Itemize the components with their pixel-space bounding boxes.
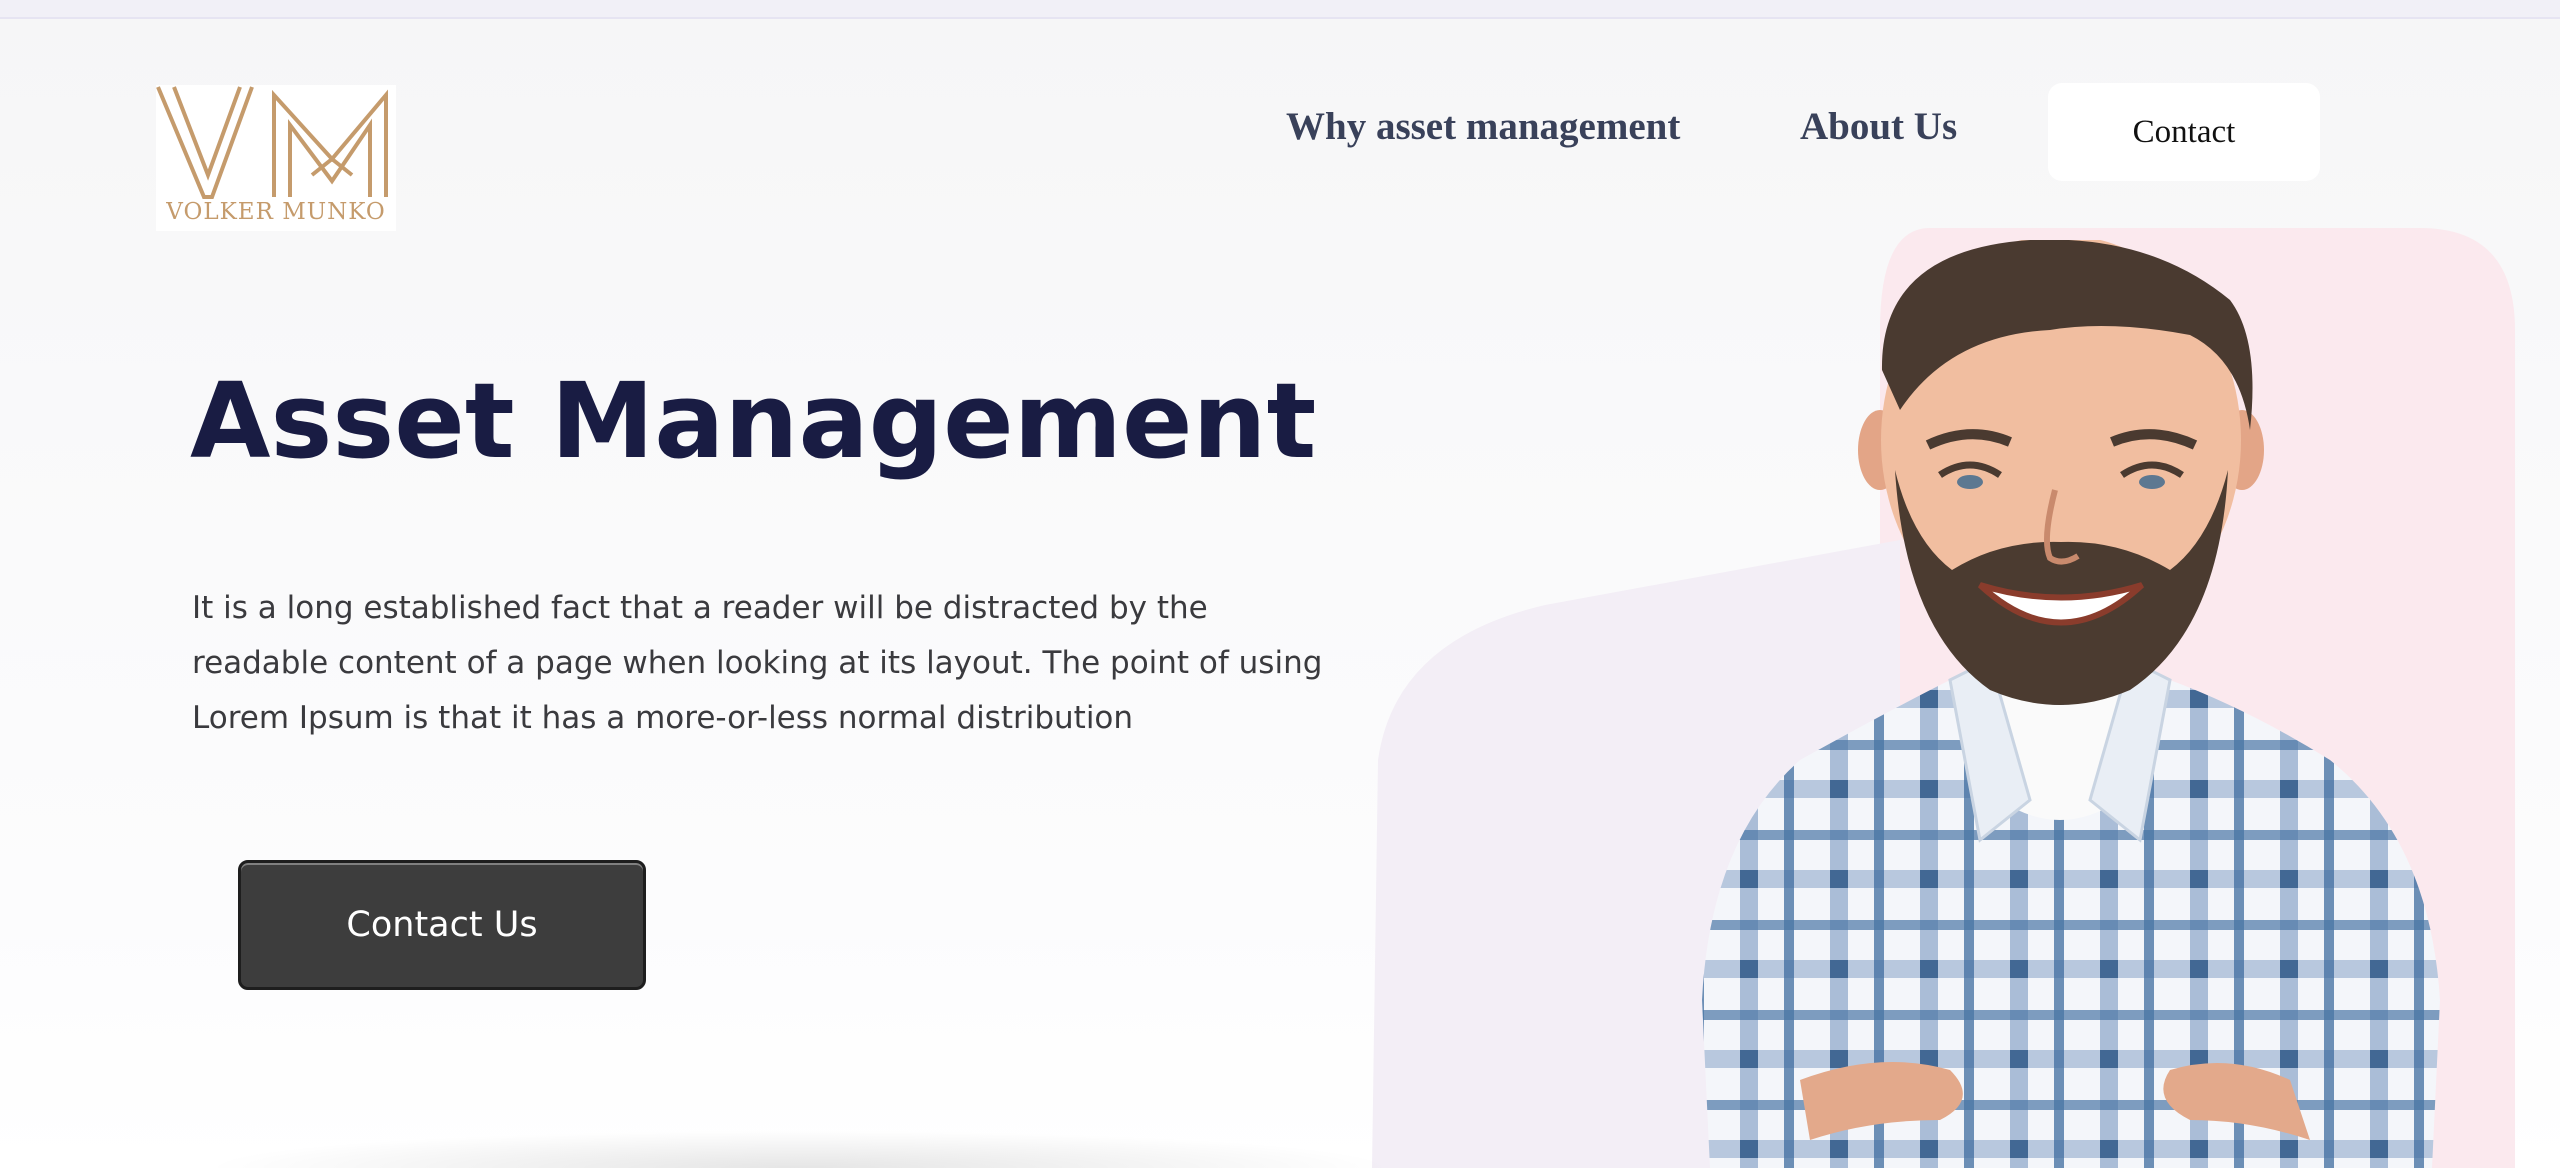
logo[interactable]: VOLKER MUNKO xyxy=(156,85,396,231)
nav-why-asset-management[interactable]: Why asset management xyxy=(1286,104,1680,149)
hero-title: Asset Management xyxy=(190,360,1317,482)
browser-top-strip xyxy=(0,0,2560,19)
nav-about-us[interactable]: About Us xyxy=(1800,104,1957,149)
contact-us-button[interactable]: Contact Us xyxy=(238,860,646,990)
bottom-shadow xyxy=(200,1130,1400,1168)
logo-name: VOLKER MUNKO xyxy=(166,199,386,225)
vm-monogram-icon xyxy=(156,86,388,199)
nav-contact-button[interactable]: Contact xyxy=(2048,83,2320,181)
hero-description: It is a long established fact that a rea… xyxy=(192,590,1323,736)
portrait-image xyxy=(1702,240,2440,1168)
